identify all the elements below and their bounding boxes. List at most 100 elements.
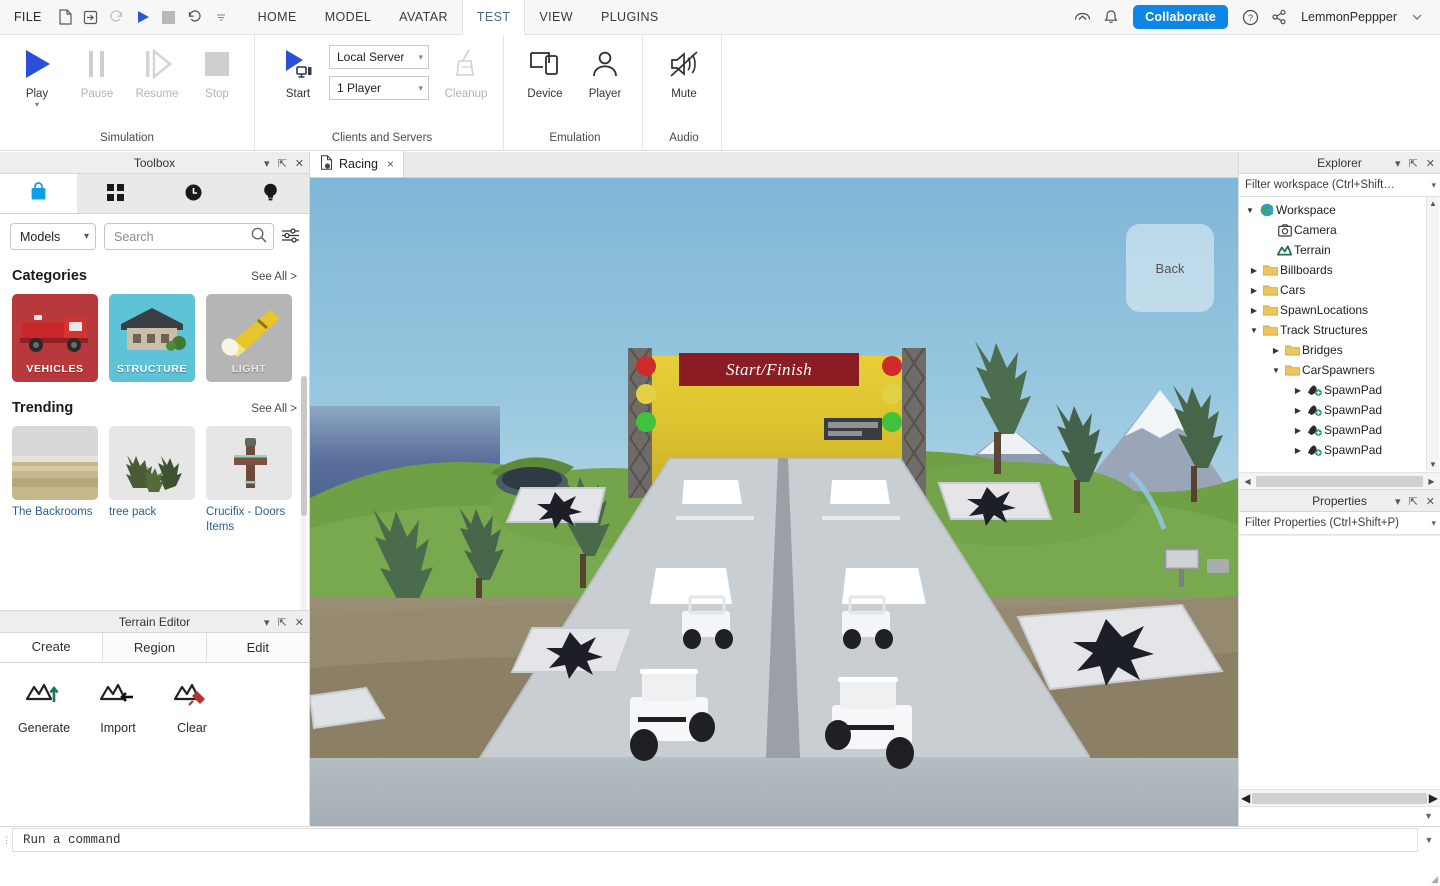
- terrain-import-button[interactable]: Import: [84, 677, 152, 735]
- toolbox-close-icon[interactable]: ✕: [295, 157, 304, 170]
- terrain-collapse-icon[interactable]: ▾: [264, 616, 270, 629]
- tree-node-bridges[interactable]: ▶ Bridges: [1239, 340, 1440, 360]
- twisty-right-icon[interactable]: ▶: [1291, 426, 1305, 435]
- ribbon-tab-plugins[interactable]: PLUGINS: [587, 0, 673, 35]
- tree-node-billboards[interactable]: ▶ Billboards: [1239, 260, 1440, 280]
- tree-node-spawnlocations[interactable]: ▶ SpawnLocations: [1239, 300, 1440, 320]
- terrain-tab-edit[interactable]: Edit: [206, 633, 309, 662]
- play-dropdown-caret-icon[interactable]: ▾: [35, 101, 39, 109]
- tree-node-spawnpad-2[interactable]: ▶ SpawnPad: [1239, 400, 1440, 420]
- twisty-right-icon[interactable]: ▶: [1291, 406, 1305, 415]
- twisty-right-icon[interactable]: ▶: [1269, 346, 1283, 355]
- tree-node-camera[interactable]: Camera: [1239, 220, 1440, 240]
- properties-close-icon[interactable]: ✕: [1426, 495, 1435, 508]
- properties-collapse-icon[interactable]: ▾: [1395, 495, 1401, 508]
- twisty-right-icon[interactable]: ▶: [1247, 306, 1261, 315]
- scroll-up-icon[interactable]: ▲: [1429, 197, 1437, 210]
- stop-button[interactable]: Stop: [188, 41, 246, 100]
- open-import-icon[interactable]: [78, 4, 104, 30]
- tree-node-spawnpad-4[interactable]: ▶ SpawnPad: [1239, 440, 1440, 460]
- cleanup-button[interactable]: Cleanup: [437, 41, 495, 100]
- trending-name-crucifix[interactable]: Crucifix - Doors Items: [206, 505, 292, 535]
- device-button[interactable]: Device: [516, 41, 574, 100]
- toolbox-filter-icon[interactable]: [282, 227, 299, 246]
- toolbox-tab-inventory[interactable]: [77, 174, 154, 213]
- document-tab-racing[interactable]: Racing ×: [310, 151, 404, 177]
- player-count-select[interactable]: 1 Player ▾: [329, 76, 429, 100]
- twisty-down-icon[interactable]: ▼: [1269, 366, 1283, 375]
- explorer-close-icon[interactable]: ✕: [1426, 157, 1435, 170]
- play-icon[interactable]: [130, 4, 156, 30]
- new-document-icon[interactable]: [52, 4, 78, 30]
- collaborate-button[interactable]: Collaborate: [1133, 5, 1229, 29]
- properties-overflow-caret-icon[interactable]: ▼: [1424, 811, 1433, 821]
- customize-caret-icon[interactable]: [208, 4, 234, 30]
- home-cloud-icon[interactable]: [1069, 4, 1095, 30]
- twisty-right-icon[interactable]: ▶: [1291, 446, 1305, 455]
- tree-node-spawnpad-1[interactable]: ▶ SpawnPad: [1239, 380, 1440, 400]
- mute-button[interactable]: Mute: [655, 41, 713, 100]
- undo-icon[interactable]: [182, 4, 208, 30]
- properties-undock-icon[interactable]: ⇱: [1409, 495, 1418, 508]
- terrain-clear-button[interactable]: Clear: [158, 677, 226, 735]
- scroll-down-icon[interactable]: ▼: [1429, 458, 1437, 471]
- resume-button[interactable]: Resume: [128, 41, 186, 100]
- scroll-left-icon[interactable]: ◀: [1241, 791, 1250, 805]
- explorer-horizontal-scrollbar[interactable]: ◀ ▶: [1239, 472, 1440, 489]
- player-button[interactable]: Player: [576, 41, 634, 100]
- explorer-tree[interactable]: ▼ Workspace Camera Terrain ▶ Billboards …: [1239, 197, 1440, 471]
- terrain-tab-create[interactable]: Create: [0, 633, 104, 662]
- category-card-vehicles[interactable]: VEHICLES: [12, 294, 98, 382]
- toolbox-category-select[interactable]: Models ▾: [10, 223, 96, 250]
- toolbox-tab-creations[interactable]: [232, 174, 309, 213]
- stop-icon[interactable]: [156, 4, 182, 30]
- toolbox-search-input[interactable]: Search: [104, 223, 274, 250]
- ribbon-tab-avatar[interactable]: AVATAR: [385, 0, 462, 35]
- command-input[interactable]: Run a command: [12, 828, 1418, 852]
- start-button[interactable]: Start: [269, 41, 327, 100]
- twisty-right-icon[interactable]: ▶: [1247, 266, 1261, 275]
- properties-filter-input[interactable]: Filter Properties (Ctrl+Shift+P) ▾: [1239, 512, 1440, 535]
- category-card-structure[interactable]: STRUCTURE: [109, 294, 195, 382]
- account-chevron-down-icon[interactable]: [1404, 4, 1430, 30]
- chevron-down-icon[interactable]: ▾: [1431, 518, 1436, 529]
- toolbox-collapse-icon[interactable]: ▾: [264, 157, 270, 170]
- toolbox-scrollbar[interactable]: [301, 376, 307, 610]
- tree-node-workspace[interactable]: ▼ Workspace: [1239, 200, 1440, 220]
- tree-node-cars[interactable]: ▶ Cars: [1239, 280, 1440, 300]
- trending-item-tree-pack[interactable]: tree pack: [109, 426, 195, 535]
- toolbox-undock-icon[interactable]: ⇱: [278, 157, 287, 170]
- tree-node-carspawners[interactable]: ▼ CarSpawners: [1239, 360, 1440, 380]
- tree-node-spawnpad-3[interactable]: ▶ SpawnPad: [1239, 420, 1440, 440]
- terrain-undock-icon[interactable]: ⇱: [278, 616, 287, 629]
- help-icon[interactable]: ?: [1237, 4, 1263, 30]
- share-icon[interactable]: [1266, 4, 1292, 30]
- document-tab-close-icon[interactable]: ×: [387, 157, 394, 171]
- trending-name-backrooms[interactable]: The Backrooms: [12, 505, 98, 520]
- trending-item-backrooms[interactable]: The Backrooms: [12, 426, 98, 535]
- 3d-viewport[interactable]: Start/Finish Back: [310, 178, 1238, 826]
- trending-item-crucifix[interactable]: Crucifix - Doors Items: [206, 426, 292, 535]
- terrain-close-icon[interactable]: ✕: [295, 616, 304, 629]
- tree-node-track-structures[interactable]: ▼ Track Structures: [1239, 320, 1440, 340]
- view-navigation-cube[interactable]: Back: [1126, 224, 1214, 312]
- scroll-left-icon[interactable]: ◀: [1241, 477, 1254, 486]
- scroll-right-icon[interactable]: ▶: [1429, 791, 1438, 805]
- window-resize-grip-icon[interactable]: ◢: [1431, 874, 1438, 885]
- search-icon[interactable]: [251, 227, 267, 246]
- toolbox-tab-recent[interactable]: [155, 174, 232, 213]
- trending-name-tree-pack[interactable]: tree pack: [109, 505, 195, 520]
- ribbon-tab-view[interactable]: VIEW: [525, 0, 587, 35]
- explorer-collapse-icon[interactable]: ▾: [1395, 157, 1401, 170]
- twisty-down-icon[interactable]: ▼: [1247, 326, 1261, 335]
- chevron-down-icon[interactable]: ▾: [1431, 180, 1436, 191]
- toolbox-tab-marketplace[interactable]: [0, 174, 78, 213]
- ribbon-tab-model[interactable]: MODEL: [311, 0, 385, 35]
- account-name[interactable]: LemmonPeppper: [1295, 10, 1401, 24]
- notifications-bell-icon[interactable]: [1098, 4, 1124, 30]
- terrain-generate-button[interactable]: Generate: [10, 677, 78, 735]
- terrain-tab-region[interactable]: Region: [103, 633, 207, 662]
- command-bar-expand-icon[interactable]: ▼: [1418, 835, 1440, 845]
- command-bar-grip-icon[interactable]: ⋮: [0, 835, 12, 846]
- trending-see-all-link[interactable]: See All >: [251, 403, 297, 415]
